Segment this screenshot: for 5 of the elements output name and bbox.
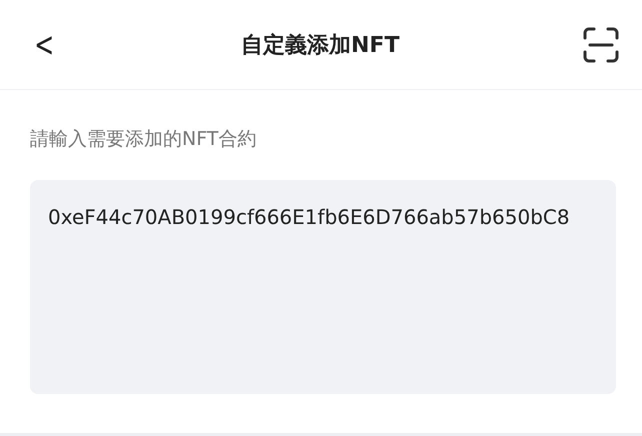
field-label: 請輸入需要添加的NFT合約	[30, 127, 258, 152]
page-title: 自定義添加NFT	[241, 32, 400, 60]
contract-address-field[interactable]: 0xeF44c70AB0199cf666E1fb6E6D766ab57b650bC8	[30, 180, 616, 394]
scan-icon[interactable]	[582, 26, 620, 64]
back-button[interactable]: <	[34, 28, 54, 62]
